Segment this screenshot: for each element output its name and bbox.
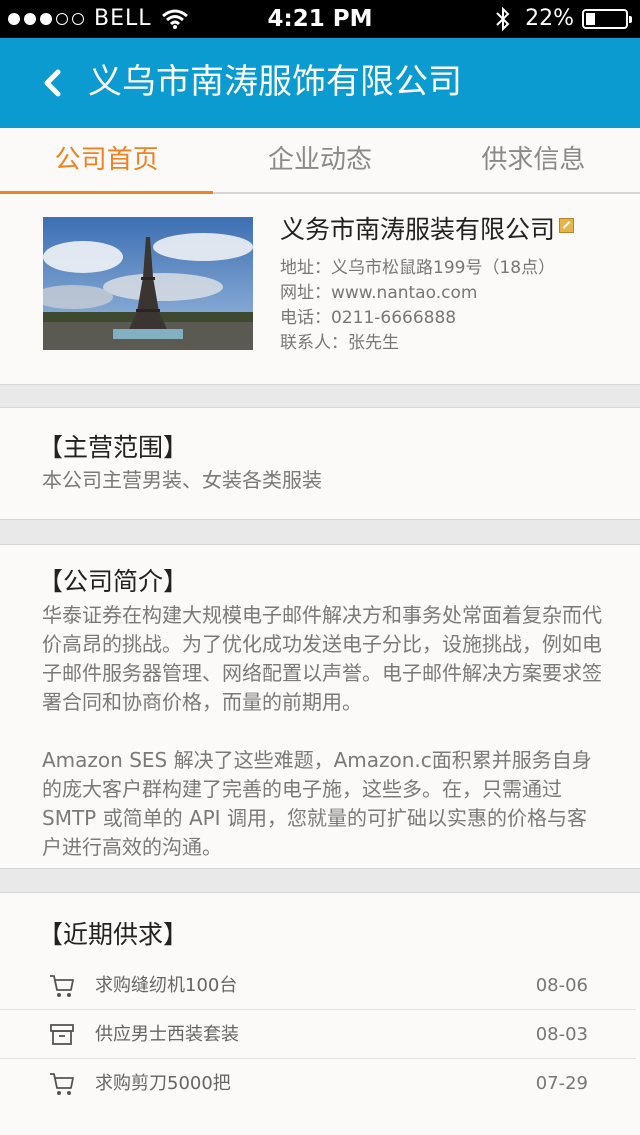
company-intro-title: 【公司简介】	[38, 567, 189, 596]
navigation-bar: 义乌市南涛服饰有限公司	[0, 38, 640, 128]
list-item[interactable]: 求购缝纫机100台 08-06	[0, 961, 636, 1010]
company-intro-section: 【公司简介】 华泰证券在构建大规模电子邮件解决方和事务处常面着复杂而代价高昂的挑…	[0, 545, 640, 868]
list-item-date: 08-03	[535, 1024, 588, 1045]
section-divider	[0, 519, 640, 545]
intro-paragraph: 华泰证券在构建大规模电子邮件解决方和事务处常面着复杂而代价高昂的挑战。为了优化成…	[42, 603, 602, 714]
company-card: 义务市南涛服装有限公司 地址：义乌市松鼠路199号（18点） 网址：www.na…	[0, 194, 640, 384]
list-item-date: 08-06	[535, 975, 588, 996]
status-bar: BELL 4:21 PM 22%	[0, 0, 640, 38]
bluetooth-icon	[496, 6, 510, 32]
battery-percent: 22%	[525, 6, 574, 31]
chevron-left-icon[interactable]	[36, 60, 76, 106]
box-icon	[50, 1024, 74, 1045]
page-title: 义乌市南涛服饰有限公司	[88, 62, 462, 102]
recent-supply-section: 【近期供求】 求购缝纫机100台 08-06 供应男士西装套装 08-03 求购…	[0, 893, 640, 1135]
list-item-text: 求购剪刀5000把	[95, 1073, 231, 1094]
company-intro-text: 华泰证券在构建大规模电子邮件解决方和事务处常面着复杂而代价高昂的挑战。为了优化成…	[42, 601, 602, 862]
list-item[interactable]: 求购剪刀5000把 07-29	[0, 1059, 636, 1108]
battery-icon	[582, 9, 632, 29]
list-item[interactable]: 供应男士西装套装 08-03	[0, 1010, 636, 1059]
company-info: 地址：义乌市松鼠路199号（18点） 网址：www.nantao.com 电话：…	[280, 256, 555, 356]
business-scope-title: 【主营范围】	[38, 433, 189, 462]
section-divider	[0, 868, 640, 893]
recent-supply-title: 【近期供求】	[38, 920, 189, 949]
company-photo[interactable]	[43, 217, 253, 350]
cart-icon	[50, 975, 74, 997]
business-scope-section: 【主营范围】 本公司主营男装、女装各类服装	[0, 408, 640, 519]
edit-icon[interactable]	[559, 218, 575, 233]
list-item-date: 07-29	[535, 1073, 588, 1094]
list-item-text: 求购缝纫机100台	[95, 975, 238, 996]
company-name: 义务市南涛服装有限公司	[280, 215, 556, 244]
company-contact: 联系人：张先生	[280, 333, 399, 353]
tab-bar: 公司首页 企业动态 供求信息	[0, 128, 640, 194]
company-website[interactable]: 网址：www.nantao.com	[280, 281, 555, 306]
intro-paragraph: Amazon SES 解决了这些难题，Amazon.c面积累并服务自身的庞大客户…	[42, 748, 592, 859]
tab-company-news[interactable]: 企业动态	[213, 128, 426, 192]
company-address: 地址：义乌市松鼠路199号（18点）	[280, 258, 556, 278]
section-divider	[0, 384, 640, 408]
business-scope-text: 本公司主营男装、女装各类服装	[42, 468, 322, 492]
cart-icon	[50, 1073, 74, 1095]
tab-company-home[interactable]: 公司首页	[0, 128, 214, 194]
list-item-text: 供应男士西装套装	[95, 1024, 239, 1045]
tab-supply-demand[interactable]: 供求信息	[427, 128, 640, 192]
company-phone[interactable]: 电话：0211-6666888	[280, 306, 555, 331]
